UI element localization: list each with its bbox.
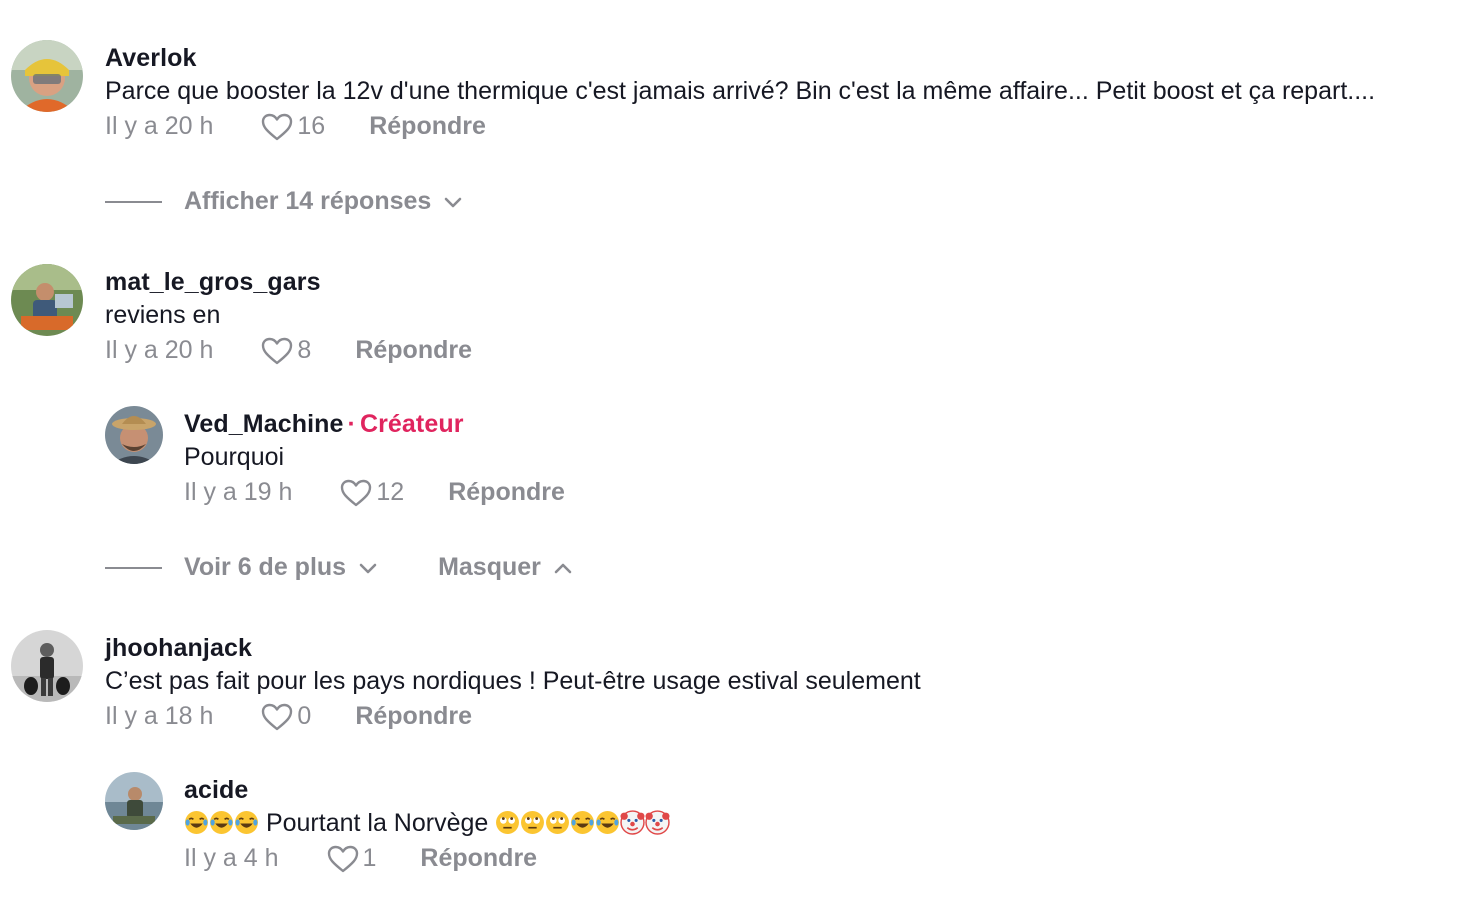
comment: jhoohanjack C’est pas fait pour les pays…: [105, 634, 921, 731]
view-replies-label: Afficher 14 réponses: [184, 187, 432, 215]
eye-roll-emoji: [520, 810, 545, 835]
reply-username[interactable]: Ved_Machine: [184, 410, 344, 438]
view-replies-row: Afficher 14 réponses: [105, 187, 463, 216]
tears-of-joy-emoji: [234, 810, 259, 835]
comment-timestamp: Il y a 18 h: [105, 702, 214, 730]
like-button[interactable]: 1: [327, 844, 377, 873]
heart-outline-icon: [262, 337, 293, 364]
reply-button[interactable]: Répondre: [369, 112, 486, 141]
clown-emoji: [620, 810, 645, 835]
replies-controls-row: Voir 6 de plus Masquer: [105, 553, 573, 582]
avatar[interactable]: [11, 40, 83, 112]
comment-meta: Il y a 20 h 16 Répondre: [105, 112, 1375, 141]
like-button[interactable]: 16: [261, 112, 325, 141]
comment: mat_le_gros_gars reviens en Il y a 20 h …: [105, 268, 472, 365]
reply-button[interactable]: Répondre: [355, 702, 472, 731]
avatar[interactable]: [11, 630, 83, 702]
like-button[interactable]: 8: [261, 336, 311, 365]
heart-outline-icon: [327, 845, 358, 872]
hide-replies-button[interactable]: Masquer: [438, 553, 573, 582]
reply-username[interactable]: acide: [184, 776, 670, 805]
comment-meta: Il y a 18 h 0 Répondre: [105, 702, 921, 731]
tears-of-joy-emoji: [595, 810, 620, 835]
comment-username[interactable]: mat_le_gros_gars: [105, 268, 472, 297]
comment: Averlok Parce que booster la 12v d'une t…: [105, 44, 1375, 141]
divider: [105, 566, 162, 569]
reply-text: Pourtant la Norvège: [265, 809, 489, 837]
reply-timestamp: Il y a 4 h: [184, 844, 279, 872]
heart-outline-icon: [262, 113, 293, 140]
tears-of-joy-emoji: [184, 810, 209, 835]
hide-label: Masquer: [438, 553, 541, 581]
chevron-down-icon: [359, 563, 377, 573]
tears-of-joy-emoji: [209, 810, 234, 835]
heart-outline-icon: [262, 703, 293, 730]
creator-badge: Créateur: [359, 410, 464, 438]
comment-text: reviens en: [105, 301, 221, 329]
view-more-button[interactable]: Voir 6 de plus: [184, 553, 378, 582]
reply-text: Pourquoi: [184, 443, 285, 471]
eye-roll-emoji: [495, 810, 520, 835]
like-button[interactable]: 12: [340, 478, 404, 507]
reply-meta: Il y a 19 h 12 Répondre: [184, 478, 565, 507]
separator-dot: ·: [347, 410, 356, 438]
view-more-label: Voir 6 de plus: [184, 553, 347, 581]
comment-timestamp: Il y a 20 h: [105, 336, 214, 364]
heart-outline-icon: [341, 479, 372, 506]
tears-of-joy-emoji: [570, 810, 595, 835]
like-count: 0: [297, 702, 312, 730]
reply: Ved_Machine · Créateur Pourquoi Il y a 19 …: [184, 410, 565, 507]
like-button[interactable]: 0: [261, 702, 311, 731]
comment-username[interactable]: jhoohanjack: [105, 634, 921, 663]
avatar[interactable]: [105, 406, 163, 464]
comment-username[interactable]: Averlok: [105, 44, 1375, 73]
reply-button[interactable]: Répondre: [448, 478, 565, 507]
comment-text: C’est pas fait pour les pays nordiques !…: [105, 667, 921, 695]
chevron-down-icon: [445, 197, 462, 207]
avatar[interactable]: [11, 264, 83, 336]
view-replies-button[interactable]: Afficher 14 réponses: [184, 187, 463, 216]
divider: [105, 200, 162, 203]
reply-meta: Il y a 4 h 1 Répondre: [184, 844, 670, 873]
comment-meta: Il y a 20 h 8 Répondre: [105, 336, 472, 365]
reply-username-row: Ved_Machine · Créateur: [184, 410, 565, 439]
reply: acide Pourtant la Norvège Il y a 4 h 1 R…: [184, 776, 670, 873]
like-count: 8: [297, 336, 312, 364]
comment-timestamp: Il y a 20 h: [105, 112, 214, 140]
like-count: 16: [297, 112, 326, 140]
like-count: 12: [376, 478, 405, 506]
clown-emoji: [645, 810, 670, 835]
avatar[interactable]: [105, 772, 163, 830]
chevron-up-icon: [554, 563, 572, 573]
reply-button[interactable]: Répondre: [355, 336, 472, 365]
like-count: 1: [362, 844, 377, 872]
reply-timestamp: Il y a 19 h: [184, 478, 293, 506]
reply-button[interactable]: Répondre: [420, 844, 537, 873]
eye-roll-emoji: [545, 810, 570, 835]
comment-text: Parce que booster la 12v d'une thermique…: [105, 77, 1376, 105]
reply-text-row: Pourtant la Norvège: [184, 809, 670, 838]
